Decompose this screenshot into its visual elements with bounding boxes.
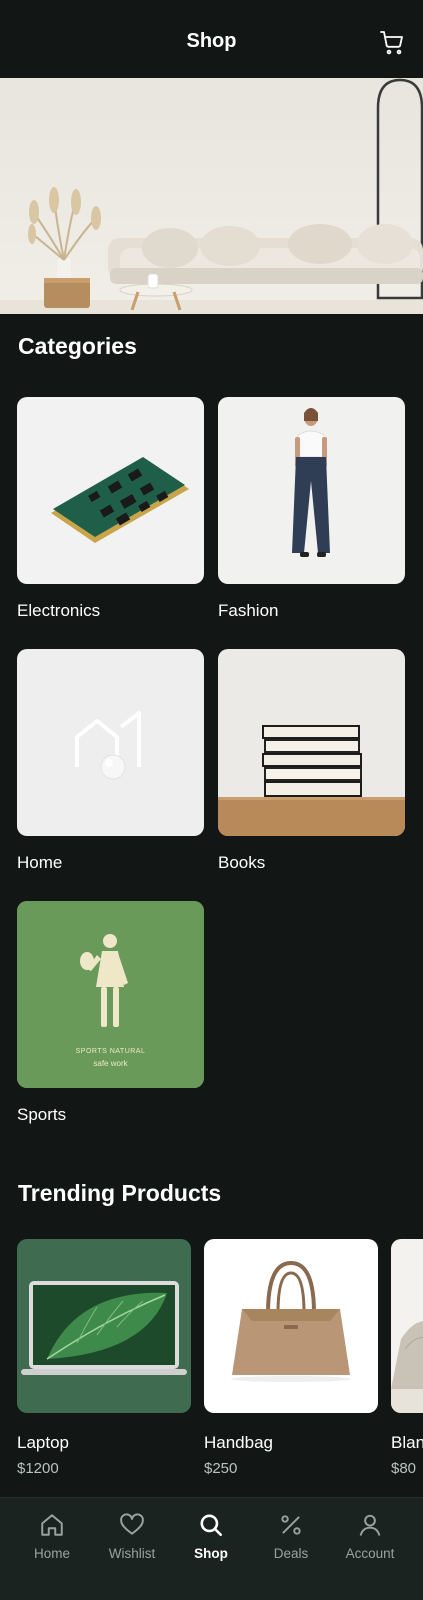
category-card-books[interactable]: Books bbox=[218, 649, 405, 873]
product-name: Blanket bbox=[391, 1433, 423, 1452]
category-card-home[interactable]: Home bbox=[17, 649, 204, 873]
category-label: Home bbox=[17, 853, 63, 872]
product-name: Laptop bbox=[17, 1433, 69, 1452]
product-card-laptop[interactable]: Laptop $1200 bbox=[17, 1239, 191, 1477]
product-name: Handbag bbox=[204, 1433, 274, 1452]
nav-item-home[interactable]: Home bbox=[10, 1512, 94, 1561]
hero-banner[interactable] bbox=[0, 78, 423, 314]
nav-label: Home bbox=[33, 1546, 70, 1561]
category-image-fashion bbox=[218, 397, 405, 584]
product-price: $80 bbox=[391, 1460, 417, 1477]
product-price: $250 bbox=[204, 1460, 238, 1477]
nav-item-account[interactable]: Account bbox=[328, 1512, 412, 1561]
nav-label: Wishlist bbox=[108, 1546, 156, 1561]
user-icon bbox=[359, 1514, 381, 1536]
product-image-blanket bbox=[391, 1239, 423, 1413]
category-label: Books bbox=[218, 853, 266, 872]
category-image-electronics bbox=[17, 397, 204, 584]
nav-label: Account bbox=[345, 1546, 395, 1561]
category-label: Fashion bbox=[218, 601, 279, 620]
category-card-sports[interactable]: SPORTS NATURAL safe work Sports bbox=[17, 901, 204, 1125]
nav-item-shop[interactable]: Shop bbox=[169, 1512, 253, 1561]
sports-poster-caption: SPORTS NATURAL safe work bbox=[75, 1048, 146, 1068]
percent-icon bbox=[281, 1515, 301, 1535]
nav-label: Deals bbox=[273, 1546, 309, 1561]
product-card-handbag[interactable]: Handbag $250 bbox=[204, 1239, 378, 1477]
trending-products-carousel[interactable]: Laptop $1200 Handbag $250 Blan $80 bbox=[0, 1239, 423, 1479]
product-price: $1200 bbox=[17, 1460, 59, 1477]
product-card-blanket[interactable]: Blanket $80 bbox=[391, 1239, 423, 1477]
nav-item-deals[interactable]: Deals bbox=[249, 1512, 333, 1561]
categories-title: Categories bbox=[18, 333, 137, 359]
home-icon bbox=[41, 1514, 63, 1536]
nav-label: Shop bbox=[194, 1546, 228, 1561]
trending-title: Trending Products bbox=[18, 1180, 222, 1206]
nav-item-wishlist[interactable]: Wishlist bbox=[90, 1512, 174, 1561]
shop-screen: Shop Categories Electronics Fashion Home… bbox=[0, 0, 423, 1600]
category-image-home bbox=[17, 649, 204, 836]
product-image-laptop bbox=[17, 1239, 191, 1413]
category-card-electronics[interactable]: Electronics bbox=[17, 397, 204, 621]
category-label: Sports bbox=[17, 1105, 67, 1124]
app-header: Shop bbox=[0, 0, 423, 78]
category-card-fashion[interactable]: Fashion bbox=[218, 397, 405, 621]
heart-icon bbox=[120, 1513, 144, 1535]
shopping-cart-icon[interactable] bbox=[380, 31, 404, 55]
category-image-sports: SPORTS NATURAL safe work bbox=[17, 901, 204, 1088]
search-icon bbox=[200, 1514, 223, 1537]
bottom-navigation: Home Wishlist Shop Deals Account bbox=[0, 1497, 423, 1600]
product-image-handbag bbox=[204, 1239, 378, 1413]
category-label: Electronics bbox=[17, 601, 101, 620]
category-image-books bbox=[218, 649, 405, 836]
living-room-sofa-image bbox=[0, 78, 423, 314]
page-title: Shop bbox=[186, 30, 237, 52]
